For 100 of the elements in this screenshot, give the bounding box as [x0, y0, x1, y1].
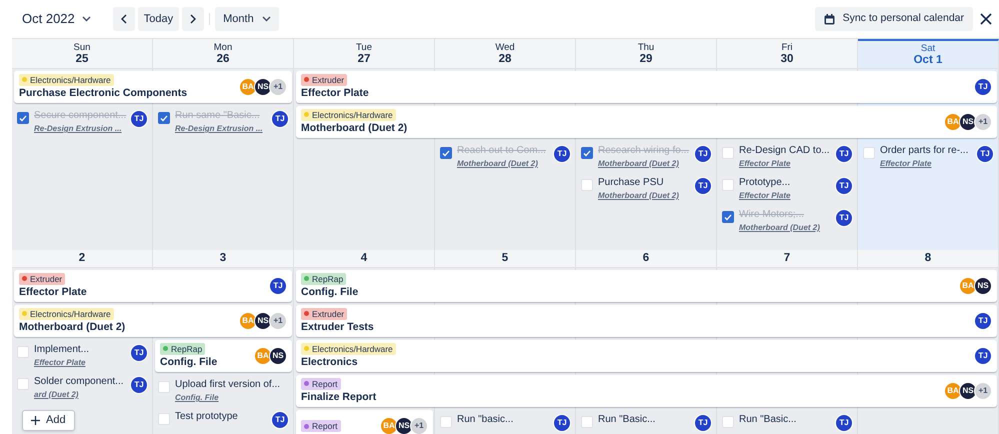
task-title: Reach out to Com...	[457, 144, 547, 158]
task-link[interactable]: Motherboard (Duet 2)	[598, 158, 689, 170]
event-bar[interactable]: Extruder Effector Plate TJ	[296, 71, 997, 103]
avatar: TJ	[974, 312, 992, 330]
task-title: Purchase PSU	[598, 176, 665, 190]
chevron-left-icon	[120, 14, 127, 24]
tag-label: Report	[312, 420, 338, 432]
avatar: BA	[254, 347, 272, 365]
sync-button[interactable]: Sync to personal calendar	[814, 7, 973, 31]
task-link[interactable]: Re-Design Extrusion ...	[34, 123, 125, 135]
date-label: 26	[216, 52, 230, 66]
checkbox[interactable]	[581, 416, 593, 428]
task-title: Run "Basic...	[598, 413, 656, 427]
weekday-label: Wed	[495, 42, 515, 52]
date-label: 29	[640, 52, 652, 66]
checkbox[interactable]	[158, 381, 170, 393]
event-bar[interactable]: Report BA NS +1	[296, 410, 433, 434]
avatar: TJ	[974, 78, 992, 96]
chevron-down-icon	[82, 16, 91, 22]
tag-label: Electronics/Hardware	[30, 74, 111, 86]
tag-label: Electronics/Hardware	[312, 108, 393, 120]
date-label: 27	[358, 52, 370, 66]
checkbox[interactable]	[722, 147, 734, 159]
task-title: Upload first version of...	[175, 378, 282, 392]
event-title: Config. File	[301, 284, 358, 300]
checkbox[interactable]	[722, 211, 734, 223]
avatar: NS	[959, 113, 977, 131]
today-button[interactable]: Today	[138, 7, 180, 31]
event-bar[interactable]: Electronics/Hardware Purchase Electronic Components BA NS +1	[14, 71, 292, 103]
task-link[interactable]: Effector Plate	[739, 158, 830, 170]
event-title: Finalize Report	[301, 390, 376, 404]
avatar: NS	[254, 312, 272, 330]
view-dropdown[interactable]: Month	[215, 7, 279, 31]
checkbox[interactable]	[722, 179, 734, 191]
avatar: +1	[269, 312, 287, 330]
avatar: +1	[269, 78, 287, 96]
checkbox[interactable]	[158, 413, 170, 425]
date-label: Oct 1	[914, 54, 942, 66]
month-picker[interactable]: Oct 2022	[22, 7, 97, 31]
task-link[interactable]: Motherboard (Duet 2)	[457, 158, 548, 170]
avatar: NS	[395, 417, 413, 434]
task-link[interactable]: Re-Design Extrusion ...	[175, 123, 266, 135]
task-title: Run "basic...	[457, 413, 514, 427]
avatar: NS	[269, 347, 287, 365]
event-bar[interactable]: Report Finalize Report BA NS +1	[296, 375, 997, 407]
event-bar[interactable]: Electronics/Hardware Motherboard (Duet 2) BA NS +1	[14, 305, 292, 337]
avatar: BA	[239, 78, 257, 96]
avatar: BA	[944, 113, 962, 131]
avatar: BA	[959, 277, 977, 295]
task-link[interactable]: Effector Plate	[880, 158, 971, 170]
task-link[interactable]: Motherboard (Duet 2)	[739, 222, 830, 234]
event-bar[interactable]: Electronics/Hardware Motherboard (Duet 2) BA NS +1	[296, 106, 997, 138]
weekday-label: Sat	[920, 42, 936, 54]
event-bar[interactable]: Extruder Extruder Tests TJ	[296, 305, 997, 337]
date-label: 2	[78, 252, 86, 265]
task-link[interactable]: Motherboard (Duet 2)	[598, 190, 689, 202]
chevron-right-icon	[190, 14, 196, 24]
checkbox[interactable]	[17, 346, 29, 358]
previous-button[interactable]	[112, 7, 135, 31]
task-title: Solder component...	[34, 375, 124, 389]
checkbox[interactable]	[863, 147, 875, 159]
task-title: Research wiring fo...	[598, 144, 689, 158]
event-title: Effector Plate	[301, 86, 369, 100]
event-bar[interactable]: Extruder Effector Plate TJ	[14, 270, 292, 302]
tag-label: Extruder	[312, 308, 344, 320]
event-bar[interactable]: Electronics/Hardware Electronics TJ	[296, 340, 997, 372]
checkbox[interactable]	[17, 378, 29, 390]
event-title: Config. File	[160, 354, 218, 370]
task-title: Implement...	[34, 343, 90, 357]
task-link[interactable]: Effector Plate	[739, 190, 830, 202]
checkbox[interactable]	[17, 112, 29, 124]
date-label: 6	[642, 252, 650, 265]
weekday-label: Mon	[214, 42, 232, 52]
event-title: Motherboard (Duet 2)	[19, 320, 126, 334]
date-label: 28	[498, 52, 512, 66]
tag-label: Report	[312, 378, 338, 390]
checkbox[interactable]	[158, 112, 170, 124]
task-link[interactable]: Config. File	[175, 392, 289, 404]
event-title: Motherboard (Duet 2)	[301, 120, 408, 136]
date-label: 8	[924, 252, 932, 265]
task-title: Secure component...	[34, 109, 125, 123]
task-title: Order parts for re-...	[880, 144, 970, 158]
checkbox[interactable]	[440, 147, 452, 159]
checkbox[interactable]	[722, 416, 734, 428]
avatar: +1	[974, 382, 992, 400]
checkbox[interactable]	[581, 179, 593, 191]
event-bar[interactable]: RepRap Config. File BA NS	[296, 270, 997, 302]
task-link[interactable]: ard (Duet 2)	[34, 389, 125, 401]
tag-label: Electronics/Hardware	[312, 342, 393, 354]
tag-label: Extruder	[30, 272, 62, 284]
event-title: Effector Plate	[19, 284, 87, 300]
task-link[interactable]: Effector Plate	[34, 357, 125, 369]
avatar: BA	[380, 417, 398, 434]
checkbox[interactable]	[581, 147, 593, 159]
next-button[interactable]	[182, 7, 204, 31]
add-button[interactable]: Add	[22, 410, 75, 431]
checkbox[interactable]	[440, 416, 452, 428]
avatar: +1	[974, 113, 992, 131]
event-bar[interactable]: RepRap Config. File BA NS	[155, 340, 292, 372]
task-title: Run same "Basic...	[175, 109, 261, 123]
